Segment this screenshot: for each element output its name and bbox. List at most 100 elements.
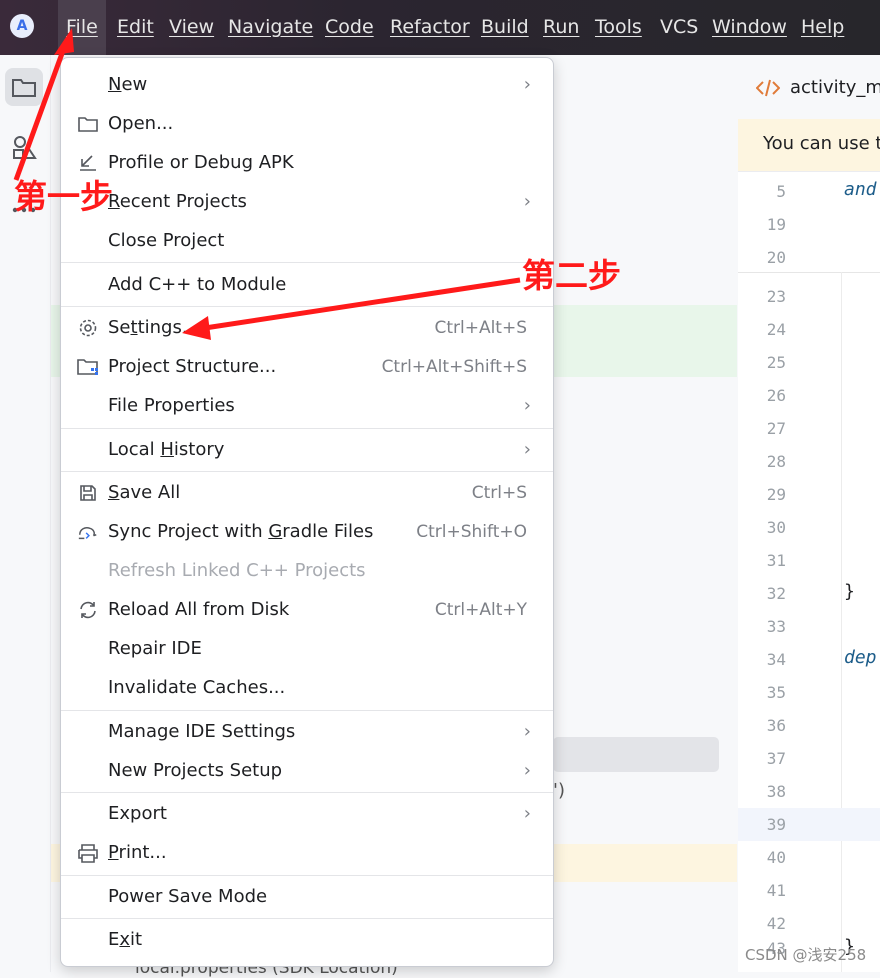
- line-number: 27: [766, 419, 786, 438]
- line-number: 39: [766, 815, 786, 834]
- menu-item-label: Sync Project with Gradle Files: [108, 521, 374, 542]
- menu-item-add-cpp-to-module[interactable]: Add C++ to Module: [61, 266, 553, 305]
- line-number: 32: [766, 584, 786, 603]
- menu-edit[interactable]: Edit: [117, 0, 154, 55]
- menu-vcs[interactable]: VCS: [660, 0, 698, 55]
- code-editor[interactable]: 5 and 19 20 23 24 25 26 27 28 29 30 31 32} 33 34 dep 35 36…: [738, 172, 880, 972]
- xml-file-icon: [756, 79, 780, 97]
- menu-item-label: Open...: [108, 113, 174, 134]
- line-number: 30: [766, 518, 786, 537]
- menu-file[interactable]: File: [58, 0, 106, 55]
- menu-item-exit[interactable]: Exit: [61, 921, 553, 960]
- editor-tab-activity-main[interactable]: activity_ma: [790, 77, 880, 98]
- banner-text: You can use th: [763, 133, 880, 154]
- menu-item-new[interactable]: New ›: [61, 66, 553, 105]
- menu-item-refresh-linked-cpp-projects: Refresh Linked C++ Projects: [61, 552, 553, 591]
- menu-item-repair-ide[interactable]: Repair IDE: [61, 630, 553, 669]
- android-studio-logo-icon[interactable]: A: [10, 14, 34, 38]
- menu-item-label: Refresh Linked C++ Projects: [108, 560, 366, 581]
- menu-separator: [61, 262, 553, 263]
- reload-icon: [77, 599, 99, 621]
- menu-item-label: Reload All from Disk: [108, 599, 290, 620]
- menu-help[interactable]: Help: [801, 0, 844, 55]
- menu-item-profile-or-debug-apk[interactable]: Profile or Debug APK: [61, 144, 553, 183]
- menu-item-open[interactable]: Open...: [61, 105, 553, 144]
- code-line[interactable]: and: [844, 179, 877, 200]
- menu-item-label: New Projects Setup: [108, 760, 283, 781]
- menu-item-label: Print...: [108, 842, 167, 863]
- annotation-step2: 第二步: [522, 256, 621, 295]
- menu-item-invalidate-caches[interactable]: Invalidate Caches...: [61, 669, 553, 708]
- menu-item-shortcut: Ctrl+Alt+Y: [434, 600, 527, 620]
- menu-separator: [61, 471, 553, 472]
- gear-icon: [77, 317, 99, 339]
- line-number: 36: [766, 716, 786, 735]
- menu-window[interactable]: Window: [712, 0, 787, 55]
- code-line[interactable]: dep: [844, 647, 877, 668]
- line-number: 41: [766, 881, 786, 900]
- menu-item-local-history[interactable]: Local History ›: [61, 431, 553, 470]
- menu-separator: [61, 306, 553, 307]
- menu-item-label: Export: [108, 803, 167, 824]
- menu-tools[interactable]: Tools: [595, 0, 642, 55]
- menu-item-new-projects-setup[interactable]: New Projects Setup ›: [61, 752, 553, 791]
- menu-item-label: Invalidate Caches...: [108, 677, 286, 698]
- gradle-sync-icon: [77, 521, 99, 543]
- menu-item-power-save-mode[interactable]: Power Save Mode: [61, 878, 553, 917]
- gutter-divider: [841, 272, 842, 972]
- menu-item-save-all[interactable]: Save All Ctrl+S: [61, 474, 553, 513]
- code-line[interactable]: }: [844, 581, 855, 602]
- watermark: CSDN @浅安258: [745, 946, 867, 964]
- chevron-right-icon: ›: [523, 74, 531, 95]
- menu-view[interactable]: View: [169, 0, 214, 55]
- project-folder-icon[interactable]: [5, 68, 43, 106]
- line-number: 34: [766, 650, 786, 669]
- menu-run[interactable]: Run: [543, 0, 579, 55]
- main-menu-bar: A File Edit View Navigate Code Refactor …: [0, 0, 880, 55]
- line-number: 37: [766, 749, 786, 768]
- menu-code[interactable]: Code: [325, 0, 374, 55]
- menu-item-print[interactable]: Print...: [61, 834, 553, 873]
- folder-icon: [77, 113, 99, 135]
- line-number: 26: [766, 386, 786, 405]
- menu-item-label: Profile or Debug APK: [108, 152, 294, 173]
- line-number: 28: [766, 452, 786, 471]
- menu-separator: [61, 428, 553, 429]
- menu-item-project-structure[interactable]: Project Structure... Ctrl+Alt+Shift+S: [61, 348, 553, 387]
- chevron-right-icon: ›: [523, 191, 531, 212]
- menu-item-settings[interactable]: Settings... Ctrl+Alt+S: [61, 309, 553, 348]
- line-number: 25: [766, 353, 786, 372]
- line-number: 42: [766, 914, 786, 933]
- menu-item-label: File Properties: [108, 395, 235, 416]
- menu-separator: [61, 710, 553, 711]
- line-number: 19: [766, 215, 786, 234]
- menu-item-close-project[interactable]: Close Project: [61, 222, 553, 261]
- menu-item-label: Save All: [108, 482, 181, 503]
- menu-item-file-properties[interactable]: File Properties ›: [61, 387, 553, 426]
- annotation-step1: 第一步: [14, 177, 113, 216]
- menu-item-label: Close Project: [108, 230, 225, 251]
- menu-item-label: Add C++ to Module: [108, 274, 287, 295]
- menu-item-label: Project Structure...: [108, 356, 277, 377]
- menu-separator: [61, 918, 553, 919]
- menu-item-reload-all-from-disk[interactable]: Reload All from Disk Ctrl+Alt+Y: [61, 591, 553, 630]
- project-partial-text: '): [553, 780, 565, 801]
- menu-item-sync-project-with-gradle-files[interactable]: Sync Project with Gradle Files Ctrl+Shift…: [61, 513, 553, 552]
- menu-navigate[interactable]: Navigate: [228, 0, 313, 55]
- menu-build[interactable]: Build: [481, 0, 529, 55]
- chevron-right-icon: ›: [523, 395, 531, 416]
- menu-item-recent-projects[interactable]: Recent Projects ›: [61, 183, 553, 222]
- menu-refactor[interactable]: Refactor: [390, 0, 470, 55]
- menu-item-label: New: [108, 74, 148, 95]
- line-number: 40: [766, 848, 786, 867]
- resource-manager-icon[interactable]: [5, 129, 43, 167]
- editor-notification-banner: You can use th: [738, 119, 880, 172]
- line-number: 29: [766, 485, 786, 504]
- file-menu-dropdown: New › Open... Profile or Debug APK Recent Pr…: [60, 57, 554, 967]
- chevron-right-icon: ›: [523, 803, 531, 824]
- menu-item-export[interactable]: Export ›: [61, 795, 553, 834]
- menu-item-shortcut: Ctrl+Shift+O: [416, 522, 527, 542]
- menu-item-manage-ide-settings[interactable]: Manage IDE Settings ›: [61, 713, 553, 752]
- menu-item-label: Exit: [108, 929, 143, 950]
- chevron-right-icon: ›: [523, 721, 531, 742]
